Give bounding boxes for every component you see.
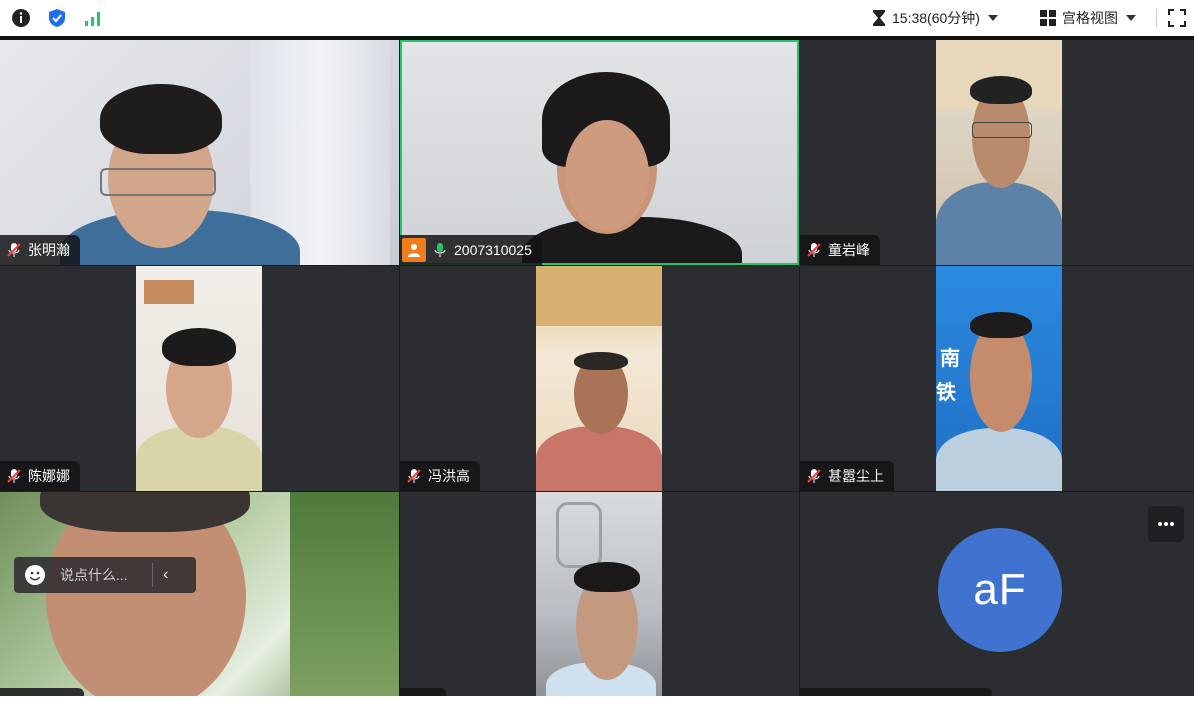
more-options-button[interactable]	[1148, 506, 1184, 542]
avatar: aF	[938, 528, 1062, 652]
participant-tile[interactable]: 张明瀚	[0, 40, 399, 265]
grid-divider	[0, 491, 1194, 492]
participant-tile[interactable]: 南 铁 甚嚣尘上	[800, 266, 1194, 491]
participant-name: 张明瀚	[28, 242, 70, 258]
mic-muted-icon	[7, 469, 21, 483]
more-dots-icon	[1158, 522, 1174, 526]
participant-name: 2007310025	[454, 242, 532, 258]
participant-name-label: 张明瀚	[0, 235, 80, 265]
network-signal-icon[interactable]	[82, 7, 104, 29]
participant-video	[402, 42, 797, 263]
view-mode-dropdown[interactable]: 宫格视图	[1040, 0, 1136, 36]
video-banner-text: 南	[940, 348, 960, 370]
participant-video	[0, 492, 399, 696]
toolbar-divider	[1156, 9, 1157, 27]
participant-name: 甚嚣尘上	[828, 468, 884, 484]
meeting-timer[interactable]: 15:38(60分钟)	[872, 0, 998, 36]
chat-input-placeholder[interactable]: 说点什么...	[60, 565, 146, 585]
participant-tile[interactable]: 童岩峰	[800, 40, 1194, 265]
chevron-down-icon	[1126, 15, 1136, 21]
mic-muted-icon	[807, 243, 821, 257]
grid-divider	[799, 40, 800, 696]
participant-video	[936, 40, 1062, 265]
mic-muted-icon	[7, 243, 21, 257]
grid-divider	[0, 265, 1194, 266]
participant-name-label	[400, 688, 446, 696]
video-grid: 张明瀚 2007310025 童岩峰 陈娜娜 冯洪高 南 铁 甚嚣尘上 aF	[0, 40, 1194, 696]
timer-text: 15:38(60分钟)	[892, 10, 980, 26]
security-shield-icon[interactable]	[46, 7, 68, 29]
participant-tile[interactable]	[0, 492, 399, 696]
view-mode-label: 宫格视图	[1062, 10, 1118, 26]
participant-name-label: 陈娜娜	[0, 461, 80, 491]
fullscreen-icon[interactable]	[1166, 7, 1188, 29]
participant-name-label	[800, 688, 992, 696]
participant-tile[interactable]	[400, 492, 799, 696]
bottom-edge	[0, 696, 1194, 703]
chat-input-bar[interactable]: 说点什么... ‹	[14, 557, 196, 593]
participant-video	[536, 492, 662, 696]
video-banner-text: 铁	[936, 382, 956, 404]
participant-tile[interactable]: 冯洪高	[400, 266, 799, 491]
participant-name: 童岩峰	[828, 242, 870, 258]
participant-name-label: 甚嚣尘上	[800, 461, 894, 491]
participant-video	[0, 40, 399, 265]
participant-video	[536, 266, 662, 491]
mic-muted-icon	[407, 469, 421, 483]
hourglass-icon	[872, 9, 886, 27]
grid-view-icon	[1040, 10, 1056, 26]
participant-tile-active-speaker[interactable]: 2007310025	[400, 40, 799, 265]
info-icon[interactable]	[10, 7, 32, 29]
mic-active-icon	[434, 243, 446, 257]
participant-video: 南 铁	[936, 266, 1062, 491]
mic-muted-icon	[807, 469, 821, 483]
participant-name-label: 童岩峰	[800, 235, 880, 265]
emoji-icon[interactable]	[24, 564, 46, 586]
participant-tile[interactable]: aF	[800, 492, 1194, 696]
participant-name-label	[0, 688, 84, 696]
participant-name: 陈娜娜	[28, 468, 70, 484]
chevron-down-icon	[987, 15, 998, 21]
participant-video	[136, 266, 262, 491]
top-toolbar: 15:38(60分钟) 宫格视图	[0, 0, 1194, 40]
chat-divider	[152, 563, 153, 587]
host-icon	[402, 238, 426, 262]
participant-name-label: 2007310025	[400, 235, 542, 265]
participant-name-label: 冯洪高	[400, 461, 480, 491]
grid-divider	[399, 40, 400, 696]
collapse-chevron-icon[interactable]: ‹	[163, 566, 168, 584]
participant-tile[interactable]: 陈娜娜	[0, 266, 399, 491]
participant-name: 冯洪高	[428, 468, 470, 484]
